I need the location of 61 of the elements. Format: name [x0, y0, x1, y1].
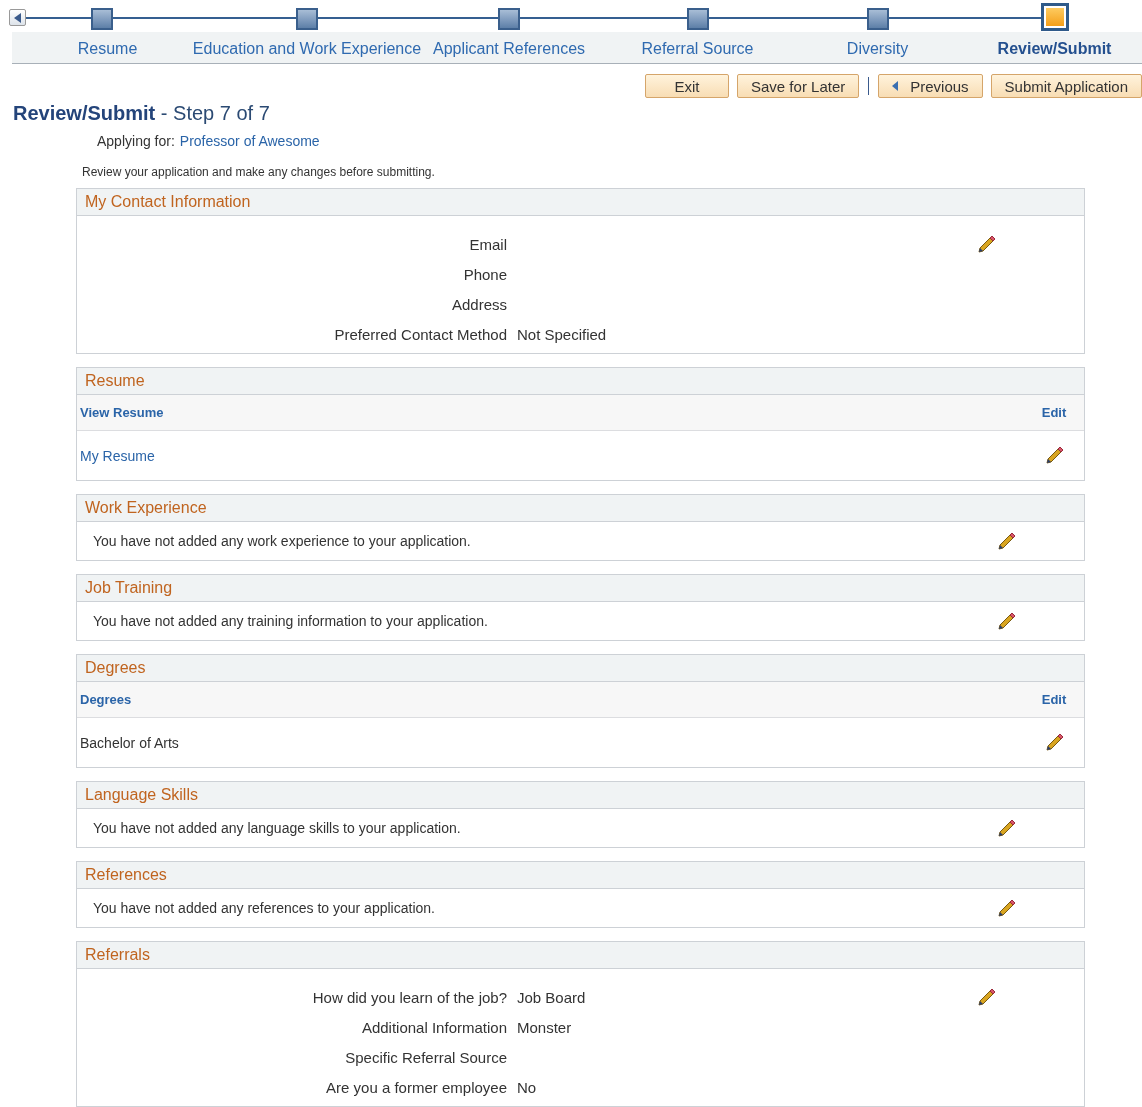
field-value: No	[517, 1078, 537, 1096]
pencil-icon[interactable]	[997, 818, 1016, 838]
step-marker[interactable]	[296, 8, 318, 30]
section-title: Resume	[85, 372, 145, 390]
left-triangle-icon	[892, 81, 899, 91]
left-arrow-icon	[13, 12, 22, 23]
section-title: Work Experience	[85, 499, 207, 517]
step-link[interactable]: Education and Work Experience	[192, 39, 422, 58]
step-marker[interactable]	[90, 8, 113, 30]
column-header: View Resume	[80, 405, 164, 420]
pencil-icon[interactable]	[977, 987, 996, 1007]
empty-message: You have not added any language skills to your application.	[93, 820, 461, 836]
field-value: Monster	[517, 1018, 572, 1036]
page-title: Review/Submit - Step 7 of 7	[13, 102, 271, 125]
step-link[interactable]: Diversity	[846, 39, 909, 58]
step-link[interactable]: Applicant References	[432, 39, 586, 58]
field-label: How did you learn of the job?	[312, 988, 507, 1006]
applying-for-label: Applying for:	[97, 133, 175, 149]
section-title: References	[85, 866, 167, 884]
back-arrow-button[interactable]	[9, 9, 26, 26]
step-link[interactable]: Referral Source	[641, 39, 754, 58]
pencil-icon[interactable]	[997, 531, 1016, 551]
field-label: Additional Information	[361, 1018, 507, 1036]
column-header: Edit	[1040, 692, 1068, 707]
field-value: Not Specified	[517, 325, 607, 343]
table-cell: Bachelor of Arts	[80, 734, 179, 751]
pencil-icon[interactable]	[997, 611, 1016, 631]
section-title: Job Training	[85, 579, 173, 597]
action-button[interactable]: Exit	[645, 74, 729, 98]
step-marker[interactable]	[686, 8, 709, 30]
field-label: Address	[451, 295, 507, 313]
field-value: Job Board	[517, 988, 586, 1006]
step-link[interactable]: Resume	[77, 39, 138, 58]
section-title: Degrees	[85, 659, 146, 677]
pencil-icon[interactable]	[997, 898, 1016, 918]
action-button[interactable]: Submit Application	[990, 74, 1142, 98]
field-label: Preferred Contact Method	[334, 325, 507, 343]
column-header: Degrees	[80, 692, 132, 707]
field-label: Specific Referral Source	[345, 1048, 507, 1066]
pencil-icon[interactable]	[977, 234, 996, 254]
field-label: Email	[469, 235, 507, 253]
section-title: My Contact Information	[85, 193, 251, 211]
step-marker[interactable]	[1040, 3, 1069, 31]
step-link[interactable]: Review/Submit	[997, 39, 1112, 58]
field-label: Are you a former employee	[326, 1078, 507, 1096]
column-header: Edit	[1040, 405, 1068, 420]
job-title-link[interactable]: Professor of Awesome	[179, 133, 320, 149]
empty-message: You have not added any references to your application.	[93, 900, 435, 916]
section-title: Referrals	[85, 946, 150, 964]
step-marker[interactable]	[498, 8, 520, 30]
step-marker[interactable]	[866, 8, 889, 30]
empty-message: You have not added any work experience to your application.	[93, 533, 471, 549]
field-label: Phone	[463, 265, 507, 283]
pencil-icon[interactable]	[1044, 446, 1064, 465]
resume-link[interactable]: My Resume	[80, 447, 155, 464]
pencil-icon[interactable]	[1044, 733, 1064, 752]
action-button[interactable]: Save for Later	[737, 74, 860, 98]
empty-message: You have not added any training information to your application.	[93, 613, 488, 629]
previous-button[interactable]: Previous	[878, 74, 983, 98]
section-title: Language Skills	[85, 786, 198, 804]
instructions-text: Review your application and make any changes before submitting.	[82, 165, 436, 179]
